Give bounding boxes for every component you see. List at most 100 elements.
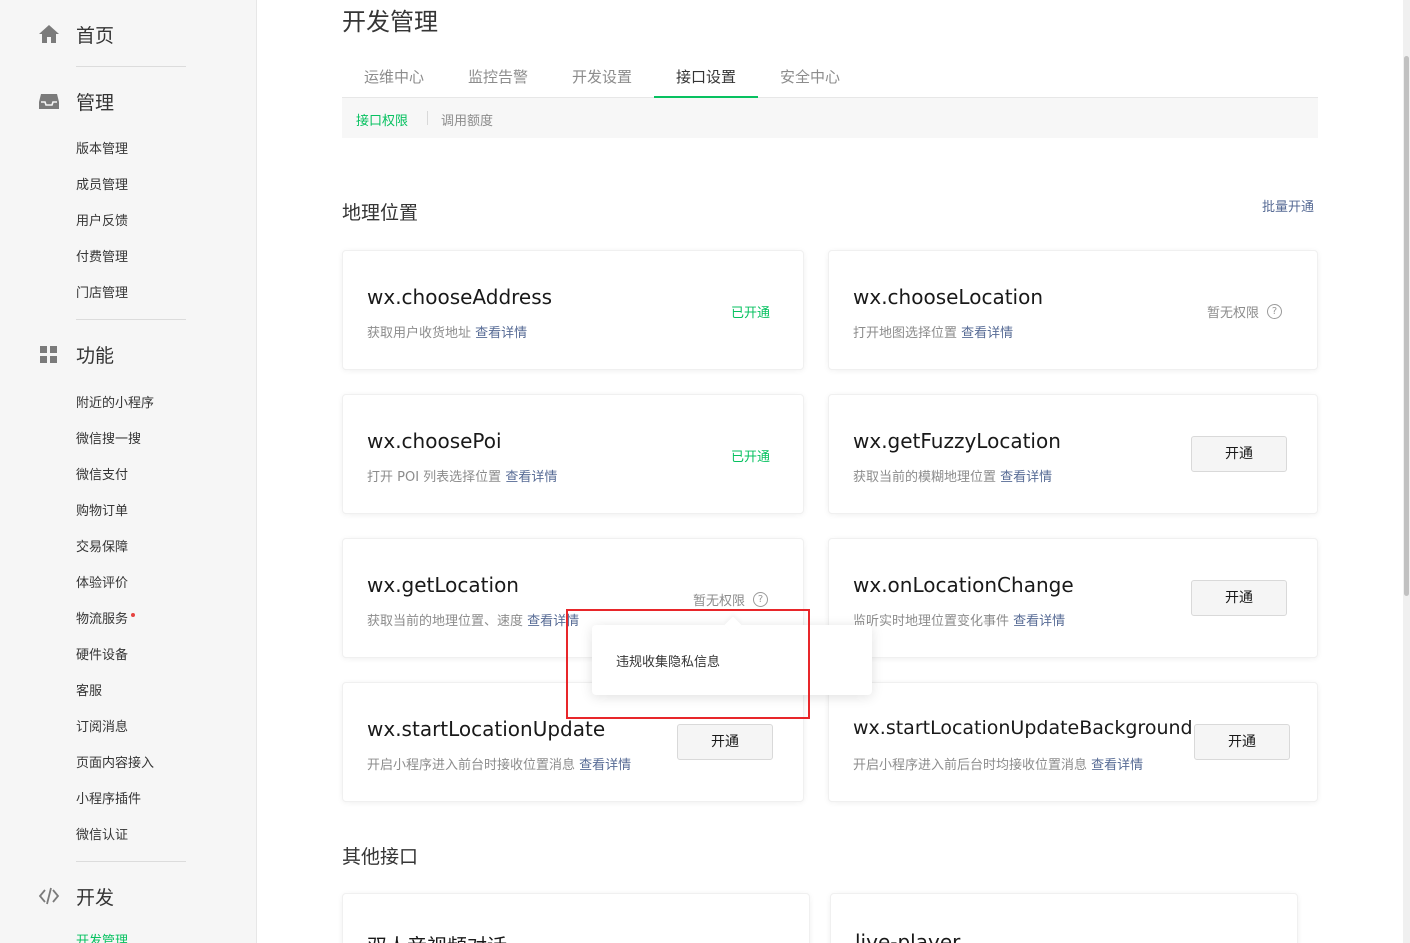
api-card: wx.onLocationChange 监听实时地理位置变化事件 查看详情 开通 (828, 538, 1318, 658)
sidebar-item-verify[interactable]: 微信认证 (76, 826, 128, 846)
batch-enable-link[interactable]: 批量开通 (1262, 196, 1314, 215)
sidebar-item-guarantee[interactable]: 交易保障 (76, 538, 128, 558)
grid-icon (40, 346, 57, 363)
api-name: wx.startLocationUpdateBackground (853, 717, 1193, 739)
divider (76, 319, 186, 320)
api-name: wx.chooseLocation (853, 285, 1044, 309)
section-title-other: 其他接口 (342, 846, 419, 868)
sidebar-item-service[interactable]: 客服 (76, 682, 102, 702)
sidebar-home-label: 首页 (76, 24, 115, 47)
api-card: wx.chooseAddress 获取用户收货地址 查看详情 已开通 (342, 250, 804, 370)
status-no-permission: 暂无权限? (1207, 302, 1283, 321)
api-card: wx.startLocationUpdateBackground 开启小程序进入… (828, 682, 1318, 802)
view-details-link[interactable]: 查看详情 (505, 470, 557, 485)
view-details-link[interactable]: 查看详情 (1000, 470, 1052, 485)
api-card: wx.choosePoi 打开 POI 列表选择位置 查看详情 已开通 (342, 394, 804, 514)
api-desc: 获取当前的地理位置、速度 查看详情 (367, 610, 579, 629)
sidebar-features-label: 功能 (76, 344, 115, 367)
notification-dot (131, 613, 136, 617)
view-details-link[interactable]: 查看详情 (579, 758, 631, 773)
api-desc-text: 获取当前的地理位置、速度 (367, 614, 524, 629)
scrollbar-thumb[interactable] (1404, 56, 1409, 596)
api-desc: 打开 POI 列表选择位置 查看详情 (367, 466, 557, 485)
sidebar-manage-label: 管理 (76, 91, 115, 114)
divider (76, 66, 186, 67)
status-text: 暂无权限 (1207, 306, 1260, 321)
tab-ops[interactable]: 运维中心 (342, 66, 446, 98)
sidebar-item-feedback[interactable]: 用户反馈 (76, 212, 128, 232)
sidebar-item-logistics-label: 物流服务 (76, 612, 129, 627)
enable-button[interactable]: 开通 (1191, 436, 1287, 472)
tab-bar: 运维中心 监控告警 开发设置 接口设置 安全中心 (342, 60, 1318, 98)
sidebar-group-manage: 管理 (38, 86, 114, 116)
tooltip-popover: 违规收集隐私信息 (592, 625, 872, 695)
api-name: wx.startLocationUpdate (367, 717, 606, 741)
status-enabled: 已开通 (731, 450, 771, 465)
view-details-link[interactable]: 查看详情 (961, 326, 1013, 341)
status-no-permission: 暂无权限? (693, 590, 769, 609)
api-desc: 开启小程序进入前后台时均接收位置消息 查看详情 (853, 754, 1143, 773)
tab-monitor[interactable]: 监控告警 (446, 66, 550, 98)
api-desc-text: 获取用户收货地址 (367, 326, 472, 341)
help-icon[interactable]: ? (753, 592, 769, 607)
api-desc-text: 打开 POI 列表选择位置 (367, 470, 502, 485)
sidebar-item-payment-manage[interactable]: 付费管理 (76, 248, 128, 268)
subtab-bar: 接口权限 调用额度 (342, 98, 1318, 138)
api-desc: 开启小程序进入前台时接收位置消息 查看详情 (367, 754, 631, 773)
sidebar-item-members[interactable]: 成员管理 (76, 176, 128, 196)
tab-security[interactable]: 安全中心 (758, 66, 862, 98)
sidebar-group-features: 功能 (38, 339, 114, 369)
sidebar-item-plugins[interactable]: 小程序插件 (76, 790, 141, 810)
api-name: live-player (855, 930, 961, 943)
section-title-location: 地理位置 (342, 202, 419, 224)
sidebar-item-subscribe[interactable]: 订阅消息 (76, 718, 128, 738)
api-desc: 打开地图选择位置 查看详情 (853, 322, 1013, 341)
tab-api-settings[interactable]: 接口设置 (654, 66, 758, 98)
enable-button[interactable]: 开通 (677, 724, 773, 760)
api-desc-text: 开启小程序进入前后台时均接收位置消息 (853, 758, 1088, 773)
view-details-link[interactable]: 查看详情 (1091, 758, 1143, 773)
inbox-icon (39, 94, 59, 109)
sidebar-item-search[interactable]: 微信搜一搜 (76, 430, 141, 450)
view-details-link[interactable]: 查看详情 (527, 614, 579, 629)
view-details-link[interactable]: 查看详情 (475, 326, 527, 341)
api-desc-text: 监听实时地理位置变化事件 (853, 614, 1010, 629)
help-icon[interactable]: ? (1267, 304, 1283, 319)
api-card: live-player (830, 893, 1298, 943)
api-name: wx.choosePoi (367, 429, 502, 453)
sidebar-item-review[interactable]: 体验评价 (76, 574, 128, 594)
api-desc-text: 获取当前的模糊地理位置 (853, 470, 997, 485)
api-card: wx.chooseLocation 打开地图选择位置 查看详情 暂无权限? (828, 250, 1318, 370)
sidebar-item-orders[interactable]: 购物订单 (76, 502, 128, 522)
sidebar-item-logistics[interactable]: 物流服务 (76, 610, 136, 630)
divider (76, 861, 186, 862)
subtab-quota[interactable]: 调用额度 (441, 110, 493, 129)
api-desc: 监听实时地理位置变化事件 查看详情 (853, 610, 1065, 629)
sidebar-item-wxpay[interactable]: 微信支付 (76, 466, 128, 486)
sidebar-item-stores[interactable]: 门店管理 (76, 284, 128, 304)
view-details-link[interactable]: 查看详情 (1013, 614, 1065, 629)
sidebar-item-nearby[interactable]: 附近的小程序 (76, 394, 154, 414)
sidebar-item-dev-manage[interactable]: 开发管理 (76, 932, 128, 943)
api-name: wx.getFuzzyLocation (853, 429, 1061, 453)
api-name: 双人音视频对话 (367, 930, 507, 943)
api-name: wx.getLocation (367, 573, 519, 597)
tab-dev-settings[interactable]: 开发设置 (550, 66, 654, 98)
status-enabled: 已开通 (731, 306, 771, 321)
tooltip-text: 违规收集隐私信息 (616, 655, 721, 670)
sidebar-item-home[interactable]: 首页 (38, 19, 114, 49)
enable-button[interactable]: 开通 (1194, 724, 1290, 760)
api-card: 双人音视频对话 (342, 893, 810, 943)
subtab-permissions[interactable]: 接口权限 (356, 110, 408, 129)
api-name: wx.onLocationChange (853, 573, 1074, 597)
sidebar-item-content[interactable]: 页面内容接入 (76, 754, 154, 774)
sidebar-dev-label: 开发 (76, 886, 115, 909)
api-desc: 获取当前的模糊地理位置 查看详情 (853, 466, 1052, 485)
sidebar-item-version[interactable]: 版本管理 (76, 140, 128, 160)
enable-button[interactable]: 开通 (1191, 580, 1287, 616)
sidebar-item-hardware[interactable]: 硬件设备 (76, 646, 128, 666)
sidebar: 首页 管理 版本管理 成员管理 用户反馈 付费管理 门店管理 功能 附近的小程序… (0, 0, 257, 943)
api-desc-text: 打开地图选择位置 (853, 326, 958, 341)
api-desc-text: 开启小程序进入前台时接收位置消息 (367, 758, 576, 773)
sidebar-group-dev: 开发 (38, 881, 114, 911)
